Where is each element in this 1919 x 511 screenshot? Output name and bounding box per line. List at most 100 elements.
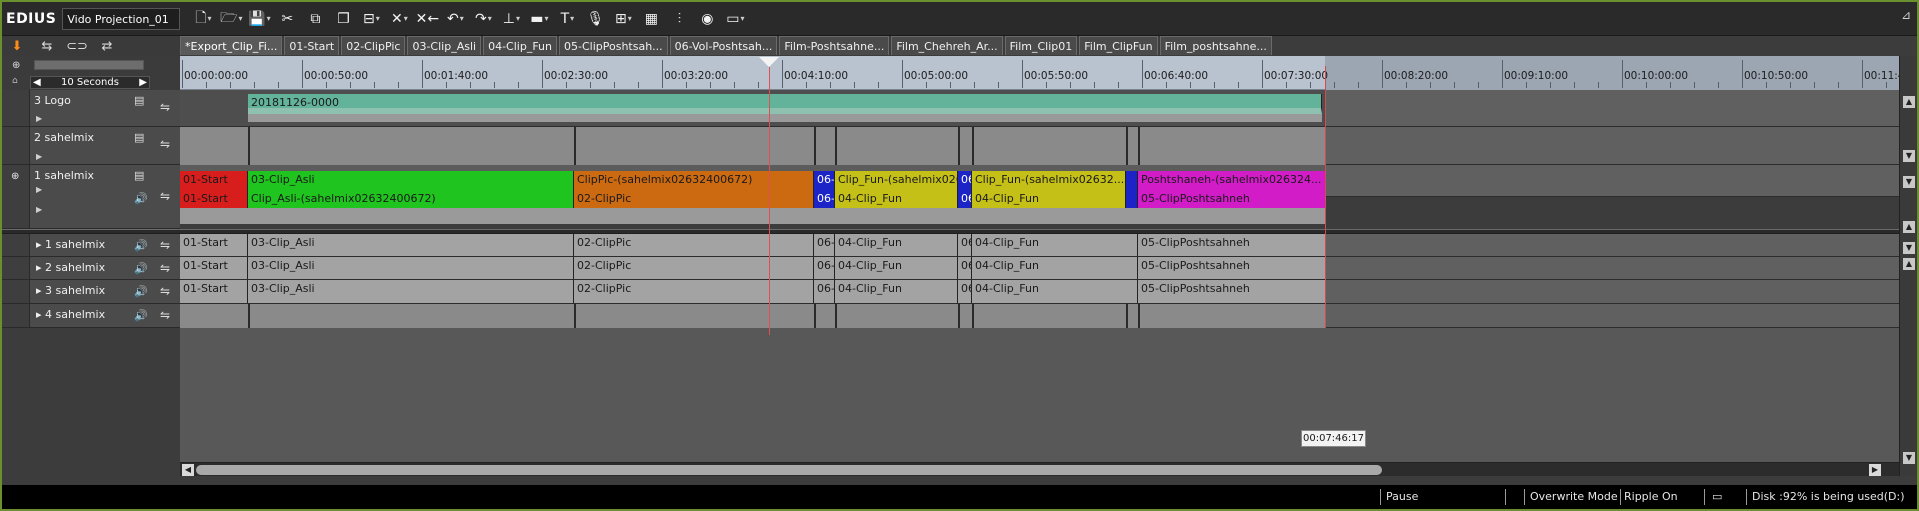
timeline-clip[interactable]: 02-ClipPic xyxy=(574,190,814,208)
track-1-audio[interactable]: 01-Start Clip_Asli-(sahelmix02632400672)… xyxy=(180,187,1899,229)
track-lock[interactable] xyxy=(2,234,30,256)
sync-lock-icon[interactable]: ⇋ xyxy=(160,261,170,275)
tab-sequence-5[interactable]: 05-ClipPoshtsah... xyxy=(559,36,668,55)
timeline-clip[interactable]: 06 xyxy=(958,280,972,303)
ripple-delete-icon[interactable]: ✕← xyxy=(414,7,440,31)
scroll-down-icon[interactable]: ▼ xyxy=(1903,242,1915,254)
sync-lock-icon[interactable]: ⇋ xyxy=(160,284,170,298)
timeline-empty-area[interactable] xyxy=(180,328,1899,462)
audio-level-icon[interactable]: ⊥ ▾ xyxy=(498,7,524,31)
layout-icon[interactable]: ⊞ ▾ xyxy=(610,7,636,31)
open-folder-icon[interactable]: 🗁 ▾ xyxy=(218,7,244,31)
text-icon[interactable]: T ▾ xyxy=(554,7,580,31)
track-head-audio-4[interactable]: ▸ 4 sahelmix 🔊 ⇋ xyxy=(2,304,180,328)
track-2-sahelmix[interactable] xyxy=(180,127,1899,165)
sync-lock-icon[interactable]: ⇋ xyxy=(160,308,170,322)
delete-icon[interactable]: ✕ ▾ xyxy=(386,7,412,31)
speaker-icon[interactable]: 🔊 xyxy=(134,262,148,275)
sync-lock-icon[interactable]: ⇋ xyxy=(160,189,170,203)
track-3-logo[interactable]: 20181126-0000 xyxy=(180,90,1899,127)
patch-icon[interactable]: ⊕ xyxy=(11,171,19,182)
timeline-clip[interactable]: 04-Clip_Fun xyxy=(972,190,1126,208)
expand-arrow-icon[interactable]: ▶ xyxy=(36,205,42,214)
timeline-clip[interactable]: 04-Clip_Fun xyxy=(835,234,958,256)
track-lock[interactable] xyxy=(2,280,30,303)
track-lock[interactable] xyxy=(2,257,30,279)
timeline-clip[interactable]: 04-Clip_Fun xyxy=(972,234,1138,256)
timeline-clip[interactable]: 02-ClipPic xyxy=(574,234,814,256)
sync-icon[interactable]: ⬇ xyxy=(2,39,32,54)
tab-sequence-8[interactable]: Film_Chehreh_Ar... xyxy=(891,36,1003,55)
track-lock[interactable] xyxy=(2,90,30,126)
vertical-scrollbar[interactable]: ▲ ▼ ▼ ▲ ▼ ▲ ▼ xyxy=(1899,56,1917,476)
timeline-clip[interactable]: 02-ClipPic xyxy=(574,257,814,279)
audio-track-2[interactable]: 01-Start 03-Clip_Asli 02-ClipPic 06- 04-… xyxy=(180,257,1899,280)
timeline-clip[interactable]: 06- xyxy=(814,280,835,303)
sync-lock-icon[interactable]: ⇋ xyxy=(160,238,170,252)
tab-sequence-4[interactable]: 04-Clip_Fun xyxy=(483,36,557,55)
expand-arrow-icon[interactable]: ▶ xyxy=(36,185,42,194)
timeline-clip[interactable]: 01-Start xyxy=(180,234,248,256)
timeline-clip[interactable]: Clip_Asli-(sahelmix02632400672) xyxy=(248,190,574,208)
tab-sequence-0[interactable]: *Export_Clip_Fi... xyxy=(180,36,283,55)
timeline-clip[interactable]: 01-Start xyxy=(180,280,248,303)
horizontal-scrollbar[interactable]: ◀ ▶ xyxy=(180,462,1899,476)
timeline-clip[interactable]: 06 xyxy=(958,257,972,279)
track-head-3-logo[interactable]: 3 Logo ▶ ▤ ⇋ xyxy=(2,90,180,127)
tab-sequence-2[interactable]: 02-ClipPic xyxy=(341,36,406,55)
tab-sequence-6[interactable]: 06-Vol-Poshtsah... xyxy=(669,36,778,55)
scroll-down-icon[interactable]: ▼ xyxy=(1903,452,1915,464)
track-lock[interactable] xyxy=(2,127,30,164)
timeline-clip[interactable]: 06- xyxy=(814,234,835,256)
timeline-clip[interactable]: 04-Clip_Fun xyxy=(835,190,958,208)
scroll-down-icon[interactable]: ▼ xyxy=(1903,150,1915,162)
timeline-clip[interactable]: 06 xyxy=(958,190,972,208)
timeline-clip[interactable]: 06- xyxy=(814,257,835,279)
expand-arrow-icon[interactable]: ▶ xyxy=(36,152,42,161)
sync-lock-icon[interactable]: ⇋ xyxy=(160,100,170,114)
timeline-clip[interactable]: 05-ClipPoshtsahneh xyxy=(1138,234,1326,256)
timeline-clip[interactable]: 06- xyxy=(814,190,835,208)
speaker-icon[interactable]: 🔊 xyxy=(134,239,148,252)
scroll-up-icon[interactable]: ▲ xyxy=(1903,221,1915,233)
mic-icon[interactable]: 🎙 xyxy=(582,7,608,31)
timeline-clip[interactable]: 20181126-0000 xyxy=(248,94,1322,114)
track-lock[interactable]: ⊕ xyxy=(2,165,30,228)
group-icon[interactable]: ⊂⊃ xyxy=(62,39,92,54)
audio-track-1[interactable]: 01-Start 03-Clip_Asli 02-ClipPic 06- 04-… xyxy=(180,234,1899,257)
tab-sequence-3[interactable]: 03-Clip_Asli xyxy=(407,36,482,55)
track-head-audio-2[interactable]: ▸ 2 sahelmix 🔊 ⇋ xyxy=(2,257,180,280)
timeline-clip[interactable]: 04-Clip_Fun xyxy=(835,280,958,303)
monitor-icon[interactable]: ▭ ▾ xyxy=(722,7,748,31)
track-head-2-sahelmix[interactable]: 2 sahelmix ▶ ▤ ⇋ xyxy=(2,127,180,165)
timeline-clip[interactable]: 03-Clip_Asli xyxy=(248,234,574,256)
tab-sequence-7[interactable]: Film-Poshtsahne... xyxy=(779,36,890,55)
track-head-audio-1[interactable]: ▸ 1 sahelmix 🔊 ⇋ xyxy=(2,234,180,257)
paste-icon[interactable]: ❐ xyxy=(330,7,356,31)
timeline-clip[interactable]: 04-Clip_Fun xyxy=(835,257,958,279)
insert-icon[interactable]: ⊟ ▾ xyxy=(358,7,384,31)
speaker-icon[interactable]: 🔊 xyxy=(134,192,148,205)
scroll-up-icon[interactable]: ▲ xyxy=(1903,258,1915,270)
timeline-clip[interactable]: 03-Clip_Asli xyxy=(248,257,574,279)
speaker-icon[interactable]: 🔊 xyxy=(134,309,148,322)
scroll-thumb[interactable] xyxy=(196,465,1382,475)
timeline-clip[interactable]: 05-ClipPoshtsahneh xyxy=(1138,257,1326,279)
speaker-icon[interactable]: 🔊 xyxy=(134,285,148,298)
timeline-clip[interactable]: 04-Clip_Fun xyxy=(972,257,1138,279)
audio-track-3[interactable]: 01-Start 03-Clip_Asli 02-ClipPic 06- 04-… xyxy=(180,280,1899,304)
track-head-audio-3[interactable]: ▸ 3 sahelmix 🔊 ⇋ xyxy=(2,280,180,304)
sync-lock-icon[interactable]: ⇋ xyxy=(160,137,170,151)
tab-sequence-11[interactable]: Film_poshtsahne... xyxy=(1159,36,1272,55)
audio-track-4[interactable] xyxy=(180,304,1899,328)
expand-arrow-icon[interactable]: ▶ xyxy=(36,114,42,123)
redo-icon[interactable]: ↷ ▾ xyxy=(470,7,496,31)
link-icon[interactable]: ⇆ xyxy=(32,39,62,54)
timeline-clip[interactable]: 01-Start xyxy=(180,257,248,279)
trim-icon[interactable]: ▬ ▾ xyxy=(526,7,552,31)
cut-icon[interactable]: ✂ xyxy=(274,7,300,31)
edit-mode[interactable]: Overwrite Mode xyxy=(1530,490,1618,503)
panel-menu-icon[interactable]: ⊿ xyxy=(1901,8,1911,22)
timeline-clip[interactable]: 04-Clip_Fun xyxy=(972,280,1138,303)
tab-sequence-1[interactable]: 01-Start xyxy=(284,36,340,55)
